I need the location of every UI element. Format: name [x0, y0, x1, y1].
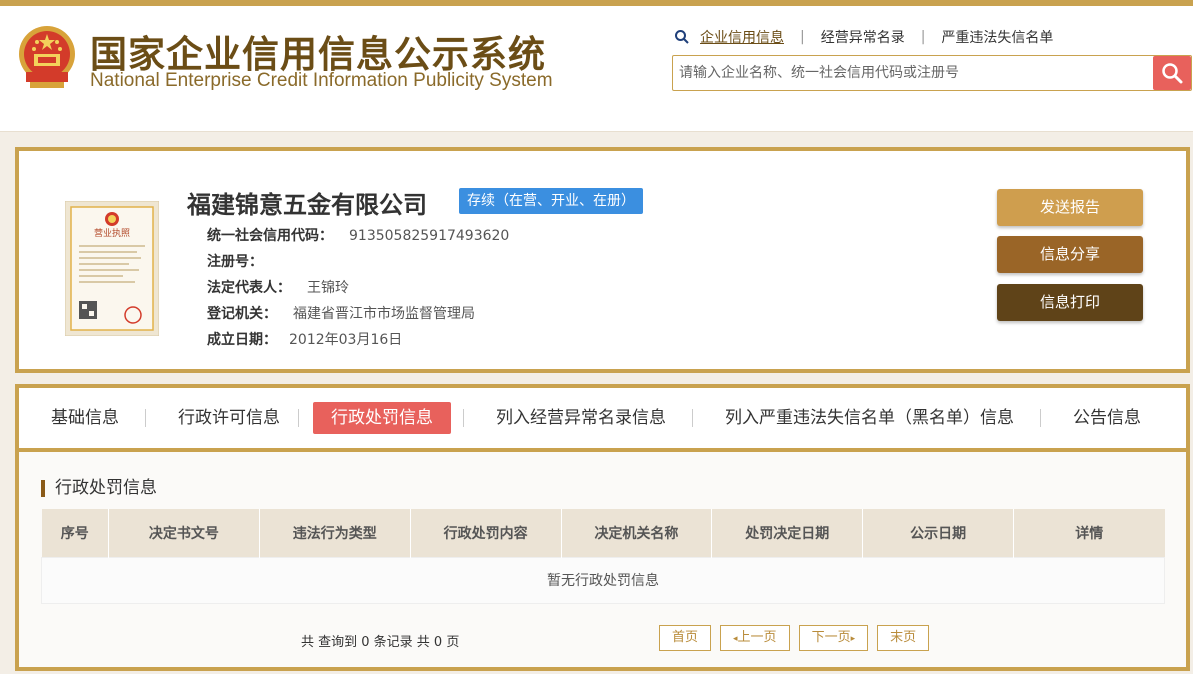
search-button[interactable]: [1153, 56, 1191, 90]
column-header: 详情: [1013, 509, 1165, 557]
next-page-label: 下一页: [811, 630, 851, 645]
info-row-legal-rep: 法定代表人： 王锦玲: [207, 277, 349, 297]
search-icon: [1162, 63, 1183, 84]
search-icon: [675, 30, 689, 44]
last-page-button[interactable]: 末页: [877, 625, 930, 651]
prev-page-label: 上一页: [737, 630, 777, 645]
search-box: [672, 55, 1192, 91]
tab-separator: [298, 409, 299, 427]
table-row: 暂无行政处罚信息: [41, 556, 1165, 604]
first-page-button[interactable]: 首页: [659, 625, 712, 651]
nav-separator: |: [800, 29, 805, 45]
section-title: 行政处罚信息: [41, 480, 157, 497]
tab-separator: [692, 409, 693, 427]
next-page-button[interactable]: 下一页▸: [798, 625, 869, 651]
nav-abnormal-list[interactable]: 经营异常名录: [821, 27, 905, 47]
nav-enterprise-credit[interactable]: 企业信用信息: [700, 27, 784, 47]
tab-admin-penalty[interactable]: 行政处罚信息: [313, 402, 451, 434]
info-row-credit-code: 统一社会信用代码： 913505825917493620: [207, 225, 509, 245]
table-header-row: 序号 决定书文号 违法行为类型 行政处罚内容 决定机关名称 处罚决定日期 公示日…: [41, 509, 1165, 557]
tab-abnormal-operation[interactable]: 列入经营异常名录信息: [478, 402, 684, 434]
penalty-table: 序号 决定书文号 违法行为类型 行政处罚内容 决定机关名称 处罚决定日期 公示日…: [41, 509, 1165, 604]
tab-announcements[interactable]: 公告信息: [1055, 402, 1159, 434]
license-title: 营业执照: [94, 227, 130, 239]
column-header: 处罚决定日期: [711, 509, 864, 557]
tab-separator: [1040, 409, 1041, 427]
info-tabs: 基础信息 行政许可信息 行政处罚信息 列入经营异常名录信息 列入严重违法失信名单…: [19, 388, 1186, 452]
field-value: 2012年03月16日: [289, 332, 403, 348]
nav-separator: |: [920, 29, 926, 45]
tab-separator: [463, 409, 464, 427]
print-info-button[interactable]: 信息打印: [997, 284, 1143, 321]
column-header: 行政处罚内容: [410, 509, 562, 557]
chevron-right-icon: ▸: [850, 634, 856, 644]
info-row-established: 成立日期： 2012年03月16日: [207, 329, 402, 349]
field-value: 913505825917493620: [349, 228, 510, 244]
column-header: 决定书文号: [108, 509, 260, 557]
share-info-button[interactable]: 信息分享: [997, 236, 1143, 273]
company-card: 营业执照 福建锦意五金有限公司 存续（在营、开业、在册） 统一社会信用代码： 91…: [15, 147, 1190, 373]
info-row-reg-number: 注册号：: [207, 251, 279, 271]
column-header: 序号: [41, 509, 109, 557]
column-header: 决定机关名称: [561, 509, 713, 557]
site-header: 国家企业信用信息公示系统 National Enterprise Credit …: [0, 6, 1193, 132]
field-value: 福建省晋江市市场监督管理局: [293, 306, 475, 322]
field-value: 王锦玲: [307, 280, 349, 296]
field-label: 成立日期：: [207, 332, 277, 348]
empty-message: 暂无行政处罚信息: [41, 556, 1165, 604]
field-label: 法定代表人：: [207, 280, 291, 296]
company-name: 福建锦意五金有限公司: [187, 191, 427, 219]
info-panel: 基础信息 行政许可信息 行政处罚信息 列入经营异常名录信息 列入严重违法失信名单…: [15, 384, 1190, 671]
site-title-en: National Enterprise Credit Information P…: [90, 70, 553, 91]
tab-blacklist[interactable]: 列入严重违法失信名单（黑名单）信息: [707, 402, 1032, 434]
send-report-button[interactable]: 发送报告: [997, 189, 1143, 226]
search-input[interactable]: [679, 58, 1149, 88]
prev-page-button[interactable]: ◂上一页: [720, 625, 790, 651]
field-label: 注册号：: [207, 254, 263, 270]
record-summary: 共 查询到 0 条记录 共 0 页: [301, 635, 460, 650]
national-emblem-icon: [19, 26, 75, 88]
info-row-authority: 登记机关： 福建省晋江市市场监督管理局: [207, 303, 475, 323]
pagination: 首页 ◂上一页 下一页▸ 末页: [659, 625, 938, 651]
column-header: 违法行为类型: [259, 509, 411, 557]
business-license-thumbnail[interactable]: 营业执照: [65, 201, 159, 336]
tab-basic-info[interactable]: 基础信息: [33, 402, 137, 434]
status-badge: 存续（在营、开业、在册）: [459, 188, 643, 214]
field-label: 统一社会信用代码：: [207, 228, 333, 244]
tab-admin-license[interactable]: 行政许可信息: [160, 402, 298, 434]
tab-separator: [145, 409, 146, 427]
column-header: 公示日期: [862, 509, 1015, 557]
top-nav: 企业信用信息 | 经营异常名录 | 严重违法失信名单: [674, 26, 1053, 48]
field-label: 登记机关：: [207, 306, 277, 322]
nav-blacklist[interactable]: 严重违法失信名单: [941, 27, 1053, 47]
